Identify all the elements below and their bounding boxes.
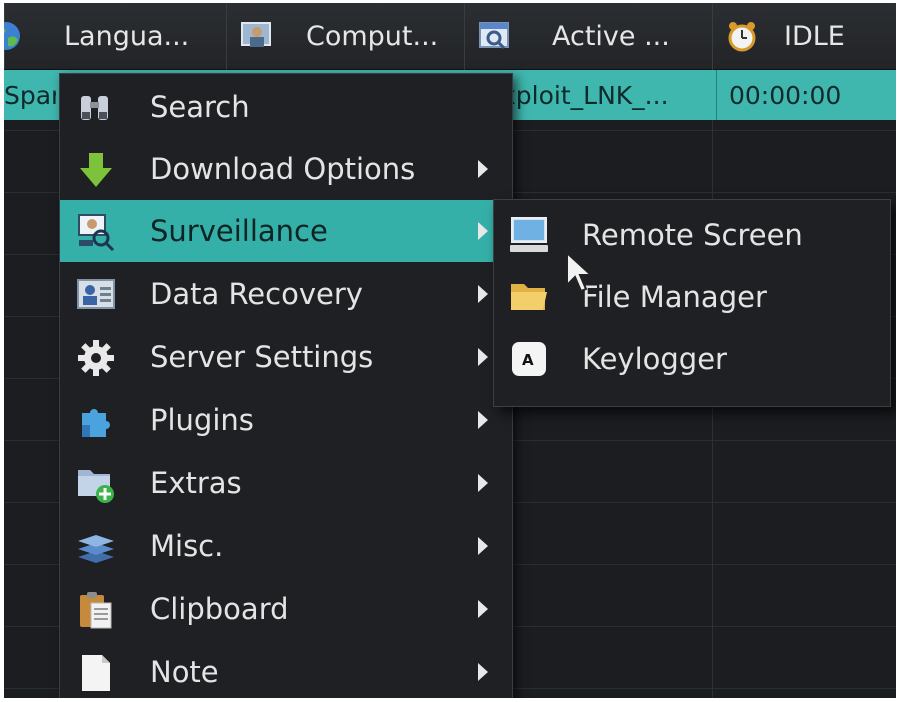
menu-item-search[interactable]: Search [60,76,512,138]
menu-item-label: Surveillance [150,214,328,248]
submenu-arrow-icon [478,537,488,555]
column-header-bar: Langua... Comput... Active ... IDLE [4,3,896,70]
menu-item-label: Plugins [150,403,254,437]
column-header-idle[interactable]: IDLE [712,3,896,69]
globe-icon [4,22,20,50]
row-cell-country: Spar [4,80,56,110]
note-icon [82,655,110,691]
folder-icon [511,284,547,310]
column-header-computer[interactable]: Comput... [226,3,465,69]
menu-item-note[interactable]: Note [60,641,512,698]
submenu-arrow-icon [478,600,488,618]
submenu-item-label: Remote Screen [582,218,803,252]
context-menu: Search Download Options Surveillance Dat… [59,73,513,698]
menu-item-download-options[interactable]: Download Options [60,138,512,200]
submenu-arrow-icon [478,663,488,681]
gear-icon [78,340,114,376]
column-header-active-window[interactable]: Active ... [464,3,713,69]
surveillance-icon [78,214,115,252]
monitor-icon [510,217,548,252]
menu-item-label: Data Recovery [150,277,363,311]
submenu-arrow-icon [478,160,488,178]
menu-item-label: Server Settings [150,340,374,374]
client-list-window: Langua... Comput... Active ... IDLE Spar… [4,3,896,698]
menu-item-label: Extras [150,466,242,500]
menu-item-clipboard[interactable]: Clipboard [60,578,512,640]
menu-item-misc[interactable]: Misc. [60,515,512,577]
menu-item-label: Download Options [150,152,416,186]
data-recovery-icon [77,279,115,309]
puzzle-icon [82,409,110,437]
row-cell-active-window: xploit_LNK_... [501,80,669,110]
submenu-item-remote-screen[interactable]: Remote Screen [494,204,890,266]
column-header-label: Comput... [306,20,439,52]
menu-item-label: Clipboard [150,592,289,626]
menu-item-label: Misc. [150,529,224,563]
mouse-cursor-icon [566,251,594,293]
alarm-clock-icon [728,22,756,52]
column-header-language[interactable]: Langua... [4,3,227,69]
menu-item-label: Search [150,90,250,124]
submenu-arrow-icon [478,222,488,240]
submenu-arrow-icon [478,285,488,303]
submenu-item-label: Keylogger [582,342,727,376]
submenu-arrow-icon [478,474,488,492]
submenu-item-label: File Manager [582,280,767,314]
menu-item-label: Note [150,655,219,689]
clipboard-icon [80,592,112,629]
submenu-arrow-icon [478,348,488,366]
column-header-label: Active ... [552,20,670,52]
computer-user-icon [241,22,271,47]
row-cell-idle-time: 00:00:00 [716,70,889,120]
menu-item-server-settings[interactable]: Server Settings [60,326,512,388]
column-header-label: Langua... [64,20,190,52]
column-header-label: IDLE [784,20,845,52]
menu-item-extras[interactable]: Extras [60,452,512,514]
submenu-item-keylogger[interactable]: A Keylogger [494,328,890,390]
active-window-icon [479,22,509,50]
download-arrow-icon [80,153,112,187]
submenu-arrow-icon [478,411,488,429]
surveillance-submenu: Remote Screen File Manager A Keylogger [493,199,891,407]
keyboard-key-icon: A [512,342,546,376]
layers-icon [78,535,114,563]
submenu-item-file-manager[interactable]: File Manager [494,266,890,328]
menu-item-plugins[interactable]: Plugins [60,389,512,451]
menu-item-data-recovery[interactable]: Data Recovery [60,263,512,325]
binoculars-icon [81,96,108,120]
folder-add-icon [78,470,114,503]
svg-text:A: A [522,351,534,369]
menu-item-surveillance[interactable]: Surveillance [60,200,512,262]
